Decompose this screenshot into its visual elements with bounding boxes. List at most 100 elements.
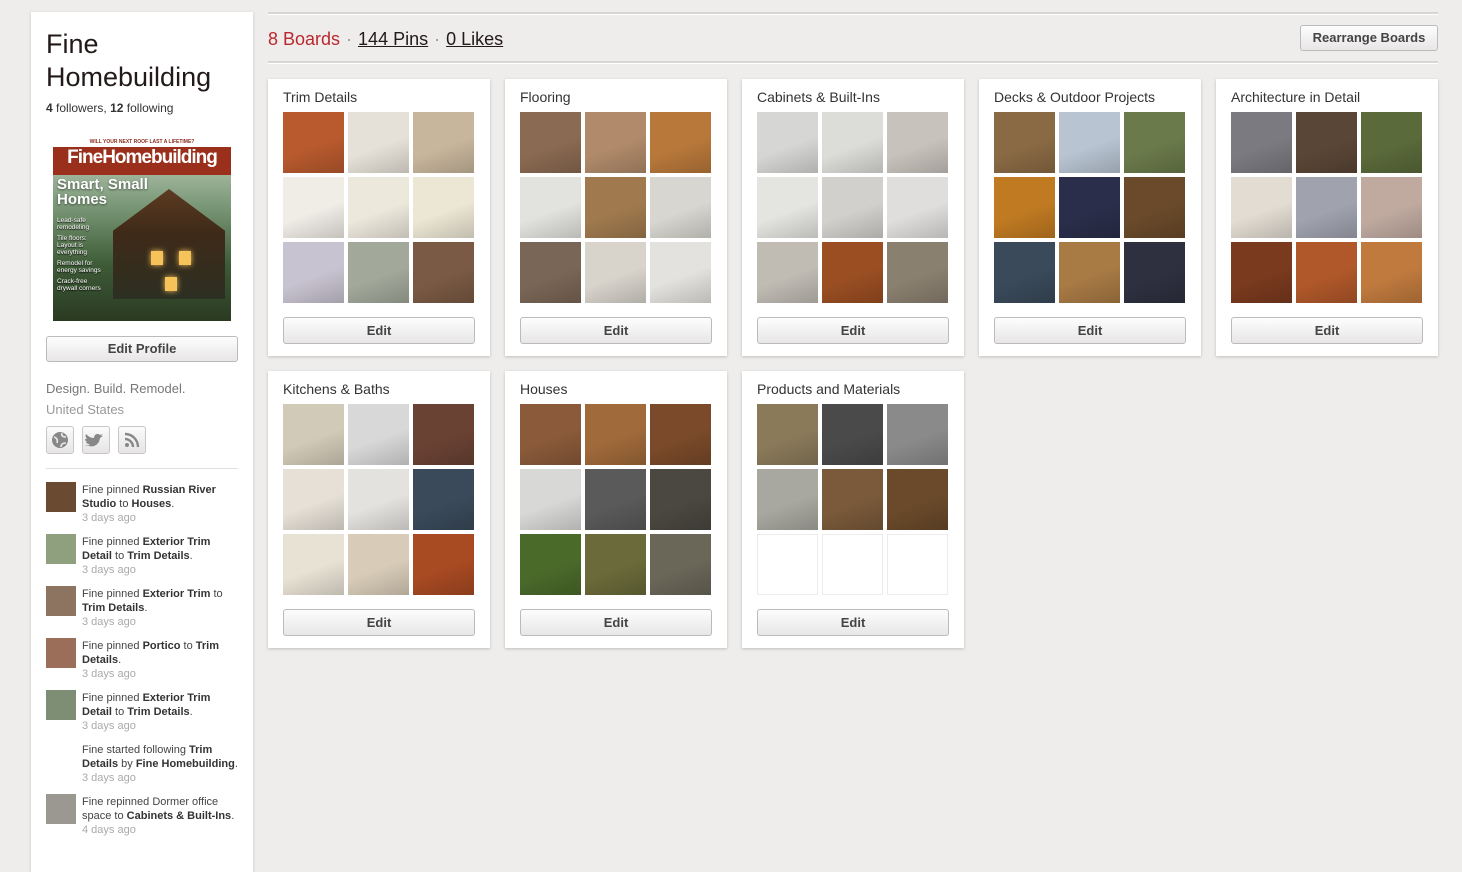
pin-thumbnail[interactable]	[520, 112, 581, 173]
pin-thumbnail[interactable]	[520, 177, 581, 238]
pin-thumbnail[interactable]	[1361, 177, 1422, 238]
pin-thumbnail[interactable]	[585, 177, 646, 238]
activity-pin-link[interactable]: Exterior Trim	[143, 588, 211, 600]
pin-thumbnail[interactable]	[348, 177, 409, 238]
pin-thumbnail[interactable]	[1124, 242, 1185, 303]
pin-thumbnail[interactable]	[650, 112, 711, 173]
activity-board-link[interactable]: Fine Homebuilding	[136, 758, 235, 770]
pin-thumbnail[interactable]	[283, 242, 344, 303]
pin-thumbnail[interactable]	[585, 534, 646, 595]
followers-count[interactable]: 4	[46, 101, 53, 115]
pin-thumbnail[interactable]	[1059, 112, 1120, 173]
board-card[interactable]: Flooring Edit	[505, 79, 727, 356]
pin-thumbnail[interactable]	[1124, 112, 1185, 173]
pin-thumbnail[interactable]	[650, 469, 711, 530]
pin-thumbnail[interactable]	[650, 404, 711, 465]
pin-thumbnail[interactable]	[650, 242, 711, 303]
activity-thumbnail[interactable]	[46, 794, 76, 824]
activity-board-link[interactable]: Trim Details	[127, 550, 189, 562]
pin-thumbnail[interactable]	[757, 242, 818, 303]
board-edit-button[interactable]: Edit	[757, 317, 949, 344]
pin-thumbnail[interactable]	[1124, 177, 1185, 238]
board-title[interactable]: Kitchens & Baths	[283, 380, 475, 404]
pin-thumbnail[interactable]	[822, 404, 883, 465]
board-edit-button[interactable]: Edit	[283, 317, 475, 344]
pin-thumbnail[interactable]	[1296, 112, 1357, 173]
pin-thumbnail[interactable]	[283, 469, 344, 530]
board-card[interactable]: Houses Edit	[505, 371, 727, 648]
activity-board-link[interactable]: Trim Details	[82, 602, 144, 614]
activity-board-link[interactable]: Houses	[132, 498, 172, 510]
pin-thumbnail[interactable]	[1059, 177, 1120, 238]
board-card[interactable]: Decks & Outdoor Projects Edit	[979, 79, 1201, 356]
pin-thumbnail[interactable]	[348, 469, 409, 530]
rss-icon[interactable]	[118, 426, 146, 454]
pin-thumbnail[interactable]	[1059, 242, 1120, 303]
board-edit-button[interactable]: Edit	[520, 317, 712, 344]
pin-thumbnail[interactable]	[413, 534, 474, 595]
pin-thumbnail[interactable]	[283, 534, 344, 595]
pin-thumbnail[interactable]	[348, 404, 409, 465]
board-edit-button[interactable]: Edit	[994, 317, 1186, 344]
pin-thumbnail[interactable]	[757, 177, 818, 238]
following-label[interactable]: following	[127, 101, 174, 115]
pin-thumbnail[interactable]	[887, 242, 948, 303]
pin-thumbnail[interactable]	[520, 534, 581, 595]
followers-label[interactable]: followers,	[56, 101, 107, 115]
activity-thumbnail[interactable]	[46, 638, 76, 668]
pin-thumbnail[interactable]	[757, 404, 818, 465]
pin-thumbnail[interactable]	[283, 112, 344, 173]
pin-thumbnail[interactable]	[1296, 242, 1357, 303]
pin-thumbnail[interactable]	[887, 177, 948, 238]
globe-icon[interactable]	[46, 426, 74, 454]
board-card[interactable]: Architecture in Detail Edit	[1216, 79, 1438, 356]
activity-board-link[interactable]: Cabinets & Built-Ins	[127, 810, 232, 822]
board-title[interactable]: Cabinets & Built-Ins	[757, 88, 949, 112]
pin-thumbnail[interactable]	[757, 112, 818, 173]
edit-profile-button[interactable]: Edit Profile	[46, 336, 238, 362]
pin-thumbnail[interactable]	[822, 177, 883, 238]
pin-thumbnail[interactable]	[520, 469, 581, 530]
activity-thumbnail[interactable]	[46, 690, 76, 720]
pin-thumbnail[interactable]	[413, 404, 474, 465]
pin-thumbnail[interactable]	[1361, 242, 1422, 303]
board-card[interactable]: Trim Details Edit	[268, 79, 490, 356]
pin-thumbnail[interactable]	[1231, 177, 1292, 238]
activity-thumbnail[interactable]	[46, 534, 76, 564]
pin-thumbnail[interactable]	[413, 177, 474, 238]
board-edit-button[interactable]: Edit	[757, 609, 949, 636]
likes-count-link[interactable]: 0 Likes	[446, 29, 503, 49]
pin-thumbnail[interactable]	[757, 469, 818, 530]
pin-thumbnail[interactable]	[1296, 177, 1357, 238]
pin-thumbnail[interactable]	[994, 177, 1055, 238]
pin-thumbnail[interactable]	[283, 177, 344, 238]
activity-board-link[interactable]: Trim Details	[127, 706, 189, 718]
pin-thumbnail[interactable]	[887, 404, 948, 465]
board-card[interactable]: Cabinets & Built-Ins Edit	[742, 79, 964, 356]
pin-thumbnail[interactable]	[1231, 242, 1292, 303]
pin-thumbnail[interactable]	[994, 112, 1055, 173]
activity-thumbnail[interactable]	[46, 482, 76, 512]
pin-thumbnail[interactable]	[413, 242, 474, 303]
pin-thumbnail[interactable]	[413, 469, 474, 530]
board-edit-button[interactable]: Edit	[1231, 317, 1423, 344]
boards-count[interactable]: 8 Boards	[268, 29, 340, 49]
board-title[interactable]: Flooring	[520, 88, 712, 112]
twitter-icon[interactable]	[82, 426, 110, 454]
pin-thumbnail[interactable]	[413, 112, 474, 173]
activity-thumbnail[interactable]	[46, 742, 76, 772]
pin-thumbnail[interactable]	[650, 177, 711, 238]
following-count[interactable]: 12	[110, 101, 123, 115]
rearrange-boards-button[interactable]: Rearrange Boards	[1300, 25, 1438, 51]
pin-thumbnail[interactable]	[520, 404, 581, 465]
activity-thumbnail[interactable]	[46, 586, 76, 616]
pin-thumbnail[interactable]	[994, 242, 1055, 303]
pins-count-link[interactable]: 144 Pins	[358, 29, 428, 49]
board-title[interactable]: Products and Materials	[757, 380, 949, 404]
board-card[interactable]: Kitchens & Baths Edit	[268, 371, 490, 648]
pin-thumbnail[interactable]	[585, 469, 646, 530]
board-title[interactable]: Decks & Outdoor Projects	[994, 88, 1186, 112]
board-edit-button[interactable]: Edit	[520, 609, 712, 636]
pin-thumbnail[interactable]	[585, 404, 646, 465]
pin-thumbnail[interactable]	[283, 404, 344, 465]
